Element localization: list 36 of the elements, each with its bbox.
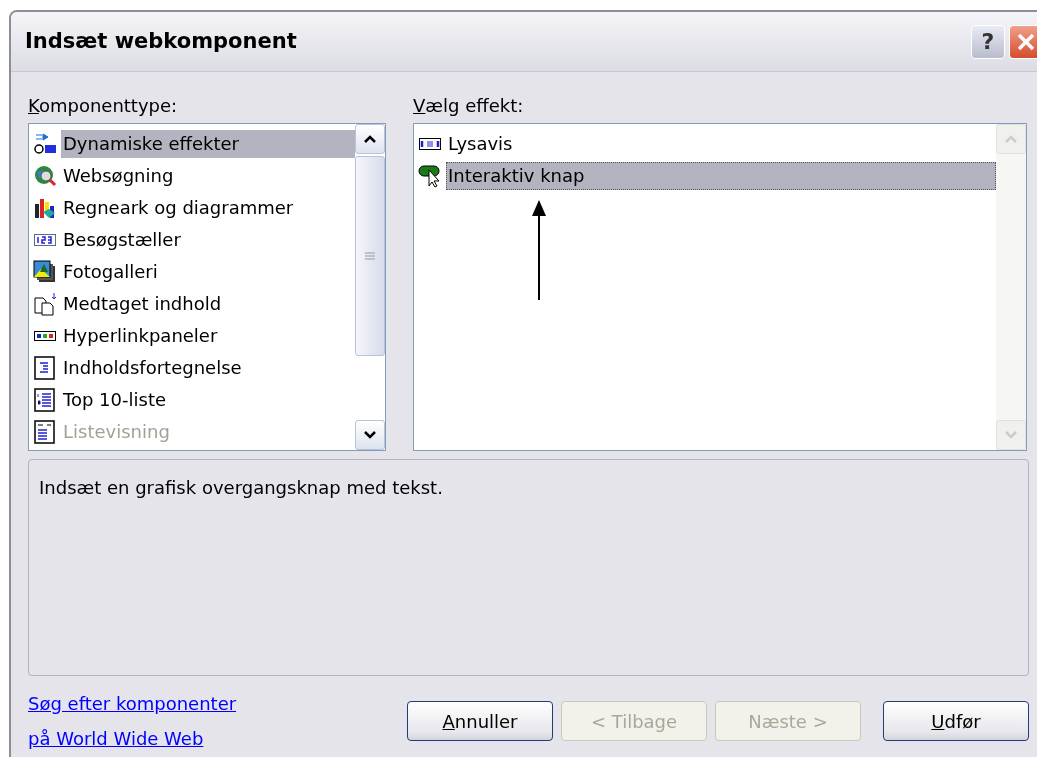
globe-search-icon [33,164,57,188]
list-label: Vælg effekt: [413,94,525,118]
close-button[interactable] [1009,24,1037,59]
list-item[interactable]: Top 10-liste [61,386,168,414]
list-label: Komponenttype: [28,94,179,118]
list-view-icon [33,420,57,444]
web-link[interactable]: Søg efter komponenter [28,693,237,714]
window-title: Indsæt webkomponent [25,27,298,55]
list-item[interactable]: Interaktiv knap [446,162,996,190]
effects-icon [33,132,57,156]
list-item[interactable]: Dynamiske effekter [61,130,355,158]
list-item[interactable]: Besøgstæller [61,226,183,254]
description-text: Indsæt en grafisk overgangsknap med tekst. [39,477,443,498]
list-item[interactable]: Regneark og diagrammer [61,194,296,222]
list-item[interactable]: Fotogalleri [61,258,160,286]
list-item[interactable]: Hyperlinkpaneler [61,322,220,350]
chart-icon [33,196,57,220]
dialog-button[interactable]: Udfør [883,701,1029,741]
photo-gallery-icon [33,260,57,284]
list-item[interactable]: Indholdsfortegnelse [61,354,244,382]
scroll-down-icon [1004,430,1018,440]
scrollbar[interactable] [355,124,385,450]
scroll-down-icon [363,430,377,440]
help-button[interactable]: ? [971,24,1005,59]
scroll-up-icon [363,134,377,144]
documents-icon [33,292,57,316]
list-item[interactable]: Lysavis [446,130,515,158]
grip-icon [364,250,376,262]
list-item[interactable]: Medtaget indhold [61,290,224,318]
dialog-button[interactable]: Annuller [407,701,553,741]
web-link[interactable]: på World Wide Web [28,728,204,749]
numbered-list-icon [33,388,57,412]
button-cursor-icon [418,164,442,188]
list-item[interactable]: Websøgning [61,162,176,190]
scroll-up-icon [1004,134,1018,144]
table-of-contents-icon [33,356,57,380]
